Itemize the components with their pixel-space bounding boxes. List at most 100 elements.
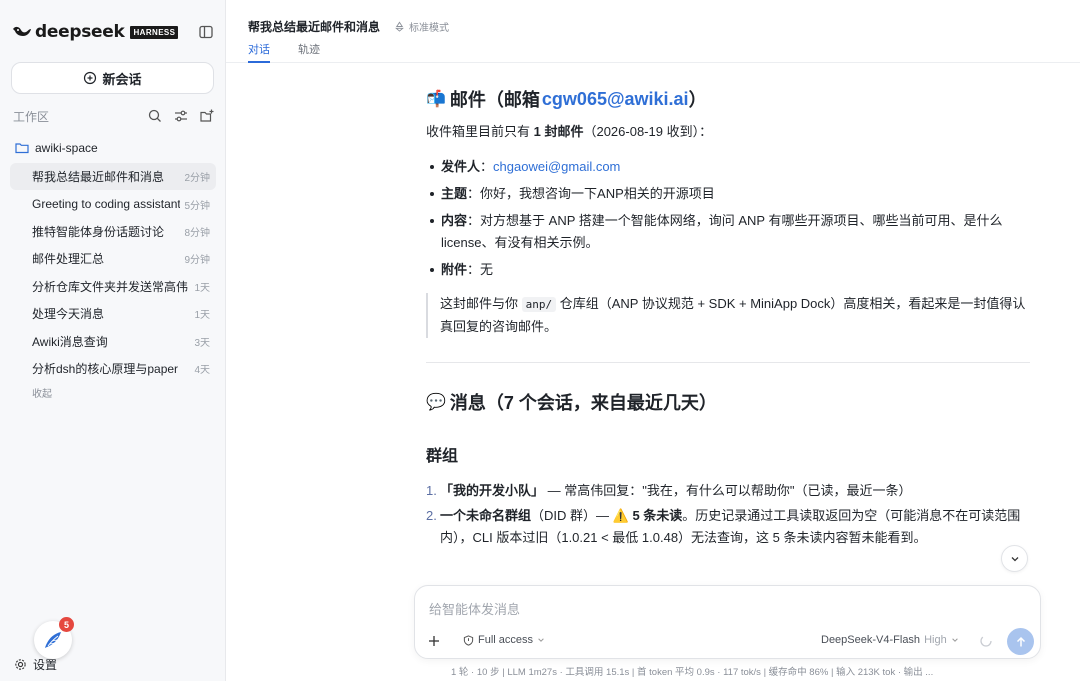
shield-icon [463, 634, 474, 646]
divider [426, 362, 1030, 363]
group-name: 「我的开发小队」 [440, 483, 545, 498]
conversation-title: 邮件处理汇总 [32, 252, 105, 267]
model-name: DeepSeek-V4-Flash [821, 634, 921, 646]
tab-conversation[interactable]: 对话 [248, 41, 270, 63]
sender-email-link[interactable]: chgaowei@gmail.com [493, 159, 620, 174]
message-input[interactable]: 给智能体发消息 [429, 599, 520, 618]
conversation-time: 8分钟 [184, 227, 210, 239]
warning-icon: ⚠️ [612, 508, 629, 523]
group-name: 一个未命名群组 [440, 508, 532, 523]
attach-label: 附件 [441, 262, 468, 277]
conversation-title: Greeting to coding assistant [32, 197, 181, 212]
inbox-summary: 收件箱里目前只有 1 封邮件（2026-08-19 收到）： [426, 121, 1030, 143]
inbox-prefix: 收件箱里目前只有 [426, 124, 534, 139]
subject-value: 你好，我想咨询一下ANP相关的开源项目 [480, 186, 715, 201]
new-chat-button[interactable]: 新会话 [11, 62, 214, 94]
conversation-item[interactable]: 分析dsh的核心原理与paper 4天 [10, 355, 216, 382]
conversation-item[interactable]: Awiki消息查询 3天 [10, 327, 216, 354]
group-heading: 群组 [426, 448, 459, 465]
new-folder-icon[interactable] [199, 108, 215, 124]
conversation-time: 2分钟 [184, 173, 210, 185]
recycle-icon [395, 21, 404, 32]
folder-icon [15, 143, 29, 154]
repo-code: anp/ [521, 297, 557, 312]
search-icon[interactable] [147, 108, 163, 124]
mail-attachment: 附件：无 [426, 259, 1030, 281]
scroll-to-bottom-button[interactable] [1001, 545, 1028, 572]
subject-label: 主题 [441, 186, 468, 201]
tab-bar: 对话 轨迹 [248, 41, 348, 63]
mail-subject: 主题：你好，我想咨询一下ANP相关的开源项目 [426, 183, 1030, 205]
group-item: 2. 一个未命名群组（DID 群）— ⚠️ 5 条未读。历史记录通过工具读取返回为… [426, 505, 1030, 549]
message-composer[interactable]: 给智能体发消息 Full access DeepSeek-V4-Flash Hi… [414, 585, 1041, 659]
conversation-time: 1天 [194, 310, 210, 322]
mail-heading-text: 邮件（邮箱 [449, 90, 540, 110]
conversation-item[interactable]: 分析仓库文件夹并发送常高伟 1天 [10, 273, 216, 300]
conversation-item[interactable]: 处理今天消息 1天 [10, 300, 216, 327]
new-chat-label: 新会话 [102, 71, 142, 87]
conversation-time: 3天 [194, 337, 210, 349]
tab-trajectory[interactable]: 轨迹 [298, 41, 320, 63]
mode-indicator[interactable]: 标准模式 [394, 19, 449, 34]
sender-label: 发件人 [441, 159, 481, 174]
notification-badge: 5 [59, 617, 74, 632]
plus-circle-icon [84, 71, 97, 85]
conversation-item[interactable]: 帮我总结最近邮件和消息 2分钟 [10, 163, 216, 191]
attach-value: 无 [480, 262, 494, 277]
workspace-label: 工作区 [13, 109, 50, 124]
quote-prefix: 这封邮件与你 [440, 296, 522, 311]
mailbox-icon: 📬 [426, 91, 446, 108]
conversation-item[interactable]: Greeting to coding assistant 5分钟 [10, 190, 216, 217]
chevron-down-icon [951, 638, 958, 642]
page-title: 帮我总结最近邮件和消息 [248, 20, 381, 34]
group-item: 1. 「我的开发小队」 — 常高伟回复："我在，有什么可以帮助你"（已读，最近一条… [426, 480, 1030, 502]
folder-name: awiki-space [35, 141, 98, 155]
conversation-title: 分析dsh的核心原理与paper [32, 361, 179, 376]
chevron-down-icon [1011, 556, 1018, 561]
unread-count: 5 条未读 [628, 508, 683, 523]
item-number: 1. [426, 483, 437, 498]
settings-label: 设置 [33, 658, 58, 672]
loading-spinner-icon [980, 635, 992, 647]
whale-logo-icon [12, 22, 32, 42]
attach-button[interactable] [423, 630, 445, 652]
group-summary: — 常高伟回复："我在，有什么可以帮助你"（已读，最近一条） [544, 483, 912, 498]
inbox-count: 1 封邮件 [533, 124, 584, 139]
messages-heading: 💬 消息（7 个会话，来自最近几天） [426, 389, 1030, 415]
mail-heading-email[interactable]: cgw065@awiki.ai [542, 89, 689, 110]
messages-heading-text: 消息（7 个会话，来自最近几天） [449, 393, 717, 413]
mail-details: 发件人：chgaowei@gmail.com 主题：你好，我想咨询一下ANP相关… [426, 156, 1030, 281]
conversation-item[interactable]: 推特智能体身份话题讨论 8分钟 [10, 218, 216, 245]
send-button[interactable] [1007, 628, 1034, 655]
note-blockquote: 这封邮件与你 anp/ 仓库组（ANP 协议规范 + SDK + MiniApp… [426, 293, 1030, 338]
mail-sender: 发件人：chgaowei@gmail.com [426, 156, 1030, 178]
feather-logo-icon [45, 632, 61, 648]
conversation-time: 4天 [194, 364, 210, 376]
conversation-title: 分析仓库文件夹并发送常高伟 [32, 279, 189, 294]
body-value: 对方想基于 ANP 搭建一个智能体网络，询问 ANP 有哪些开源项目、哪些当前可… [441, 213, 1003, 250]
filter-settings-icon[interactable] [173, 108, 189, 124]
sidebar: deepseek HARNESS 新会话 工作区 awiki-space 帮我总… [0, 0, 226, 681]
plus-icon [429, 636, 439, 646]
group-list: 1. 「我的开发小队」 — 常高伟回复："我在，有什么可以帮助你"（已读，最近一条… [426, 480, 1030, 549]
conversation-time: 1天 [194, 282, 210, 294]
brand-logo[interactable]: deepseek HARNESS [12, 20, 216, 44]
conversation-item[interactable]: 邮件处理汇总 9分钟 [10, 245, 216, 272]
workspace-folder[interactable]: awiki-space [15, 138, 98, 158]
model-selector[interactable]: DeepSeek-V4-Flash High [821, 634, 959, 646]
collapse-link[interactable]: 收起 [32, 385, 52, 400]
access-label: Full access [478, 634, 534, 646]
conversation-title: 帮我总结最近邮件和消息 [32, 170, 165, 185]
settings-button[interactable]: 设置 [14, 656, 57, 673]
access-level-dropdown[interactable]: Full access [463, 634, 549, 646]
sidebar-toggle-icon[interactable] [198, 24, 214, 40]
conversation-title: Awiki消息查询 [32, 334, 108, 349]
mode-label: 标准模式 [409, 23, 450, 34]
speech-bubble-icon: 💬 [426, 394, 446, 411]
chat-header: 帮我总结最近邮件和消息 标准模式 对话 轨迹 [226, 0, 1080, 63]
gear-icon [15, 659, 26, 670]
brand-badge: HARNESS [130, 25, 179, 39]
mail-body: 内容：对方想基于 ANP 搭建一个智能体网络，询问 ANP 有哪些开源项目、哪些… [426, 210, 1030, 254]
conversation-time: 9分钟 [184, 255, 210, 267]
body-label: 内容 [441, 213, 468, 228]
